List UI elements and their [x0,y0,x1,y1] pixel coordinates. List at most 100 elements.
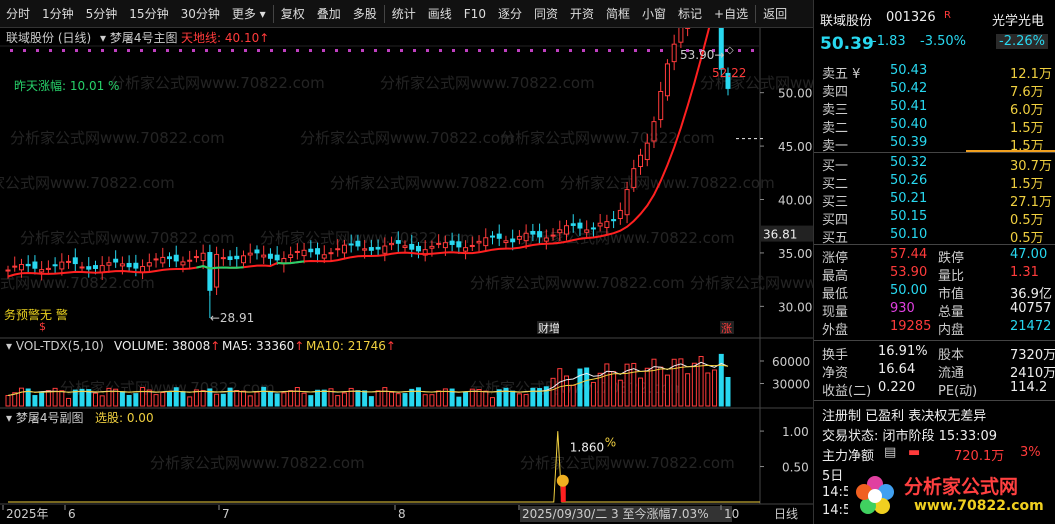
candle-body [321,254,327,259]
diamond-icon: ◇ [726,45,734,56]
toolbar-button-3[interactable]: 15分钟 [123,4,174,24]
candle-body [106,262,112,266]
x-axis-label: 2025/09/30/二 3 至今涨幅7.03% [522,506,709,521]
volume-bar [604,363,610,407]
signal-dot [504,49,507,52]
bid-price: 50.21 [890,191,928,206]
volume-bar [234,389,240,407]
table-icon: ▤ [884,445,897,460]
toolbar-button-6[interactable]: 复权 [275,4,311,24]
last-price-label: 52.22 [712,66,746,80]
signal-dot [296,49,299,52]
sub-percent-label: % [605,436,616,450]
signal-dot [36,49,39,52]
volume-bar [483,390,489,407]
toolbar-button-11[interactable]: F10 [458,4,492,24]
signal-dot [556,49,559,52]
signal-dot [283,49,286,52]
chart-area[interactable]: 分析家公式网www.70822.com 分析家公式网www.70822.com 分析… [0,28,813,524]
toolbar-button-15[interactable]: 简框 [600,4,636,24]
main-indicator-dropdown[interactable]: ▾ 梦屠4号主图 [100,29,177,46]
y-tick-label: 35.00 [778,247,812,261]
toolbar-button-5[interactable]: 更多 ▾ [226,4,272,24]
candle-body [362,248,368,251]
candle-body [664,63,670,97]
watermark-text: 分析家公式网www.70822.com [260,229,475,247]
watermark-text: 分析家公式网www.70822.com [150,454,365,472]
toolbar-button-7[interactable]: 叠加 [311,4,347,24]
toolbar-button-4[interactable]: 30分钟 [175,4,226,24]
volume-bar [415,387,421,407]
volume-bar [254,391,260,407]
sub-y-tick-label: 1.00 [782,425,809,439]
volume-bar [126,394,132,407]
toolbar-button-1[interactable]: 1分钟 [36,4,80,24]
sub-chart-title[interactable]: ▾ 梦屠4号副图 [6,409,83,426]
volume-bar [631,362,637,407]
signal-dot [75,49,78,52]
volume-bar [658,366,664,407]
candle-body [12,265,18,268]
candle-body [328,252,334,255]
volume-bar [590,381,596,407]
volume-bar [119,391,125,407]
toolbar-button-2[interactable]: 5分钟 [80,4,124,24]
stat-row: 收益(二) 0.220 PE(动) 114.2 [814,379,1055,399]
vol-y-tick-label: 30000 [772,378,810,392]
volume-bar [247,395,253,407]
toolbar-button-16[interactable]: 小窗 [636,4,672,24]
candle-body [550,234,556,237]
candle-body [52,264,58,267]
signal-dot [491,49,494,52]
toolbar-button-18[interactable]: +自选 [708,4,754,24]
ask-row: 卖二 50.40 1.5万 [814,116,1055,136]
toolbar-button-14[interactable]: 开资 [564,4,600,24]
candle-body [523,232,529,242]
volume-bar [678,358,684,407]
toolbar-button-0[interactable]: 分时 [0,4,36,24]
volume-bar [389,391,395,407]
ma5-label: MA5: 33360↑ [222,339,305,353]
candle-body [39,269,45,273]
candle-body [234,255,240,260]
ask-price: 50.43 [890,63,928,78]
candle-body [557,229,563,234]
signal-dot [647,49,650,52]
watermark-text: 分析家公式网www.70822.com [380,74,595,92]
toolbar-button-9[interactable]: 统计 [386,4,422,24]
vol-chart-title[interactable]: ▾ VOL-TDX(5,10) [6,339,104,353]
volume-bar [476,389,482,407]
candle-body [624,189,630,216]
candle-body [25,263,31,267]
toolbar-button-19[interactable]: 返回 [757,4,793,24]
chart-svg[interactable]: 分析家公式网www.70822.com 分析家公式网www.70822.com 分析… [0,28,813,524]
toolbar-button-12[interactable]: 逐分 [492,4,528,24]
volume-bar [187,396,193,407]
candle-body [294,250,300,253]
volume-bar [685,373,691,407]
toolbar-button-8[interactable]: 多股 [347,4,383,24]
volume-bar [718,353,724,407]
ask-row: 卖四 50.42 7.6万 [814,80,1055,100]
volume-bar [140,386,146,407]
signal-dot [634,49,637,52]
watermark-text: 分析家公式网www.70822.com [0,174,175,192]
bid-row: 买五 50.10 0.5万 [814,226,1055,246]
toolbar-button-13[interactable]: 同资 [528,4,564,24]
bid-price: 50.26 [890,173,928,188]
candle-body [584,229,590,233]
candle-body [516,235,522,240]
signal-dot [231,49,234,52]
volume-bar [516,393,522,407]
toolbar-button-10[interactable]: 画线 [422,4,458,24]
signal-dot [127,49,130,52]
volume-bar [18,387,24,407]
stat-value: 53.90 [890,265,928,280]
candle-body [180,261,186,266]
toolbar-button-17[interactable]: 标记 [672,4,708,24]
volume-bar [92,392,98,407]
candle-body [671,43,677,63]
main-flow-value: 720.1万 [954,449,1005,464]
stat-row: 最低 50.00 市值 36.9亿 [814,282,1055,302]
candle-body [301,249,307,257]
